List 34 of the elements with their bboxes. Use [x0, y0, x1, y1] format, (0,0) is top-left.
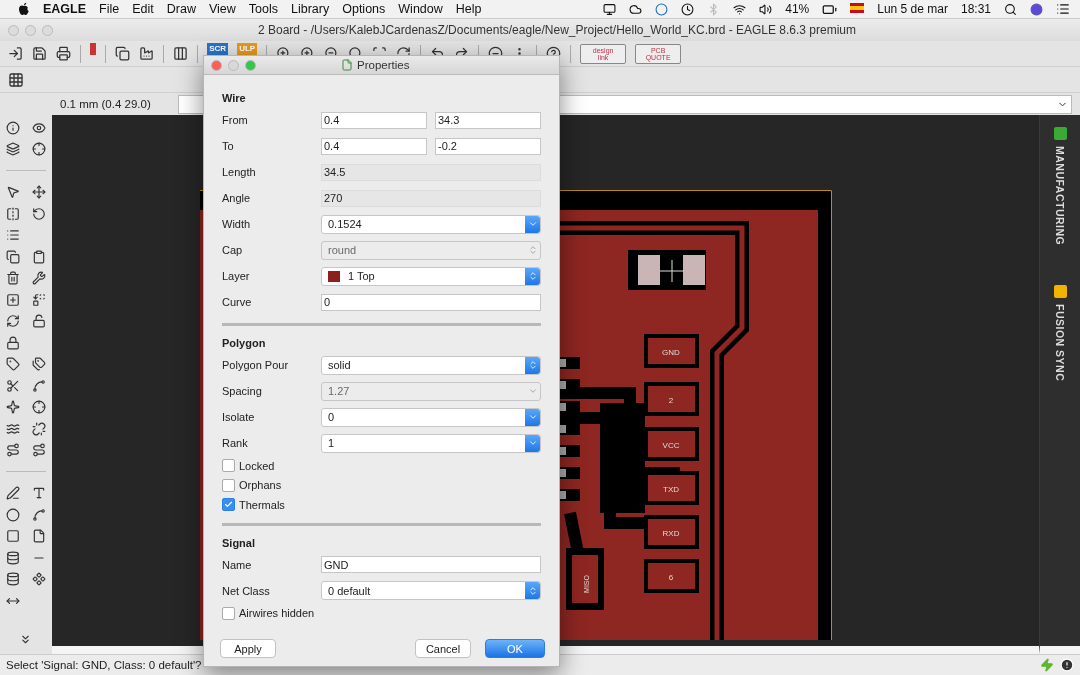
pad-label: VCC [662, 441, 680, 450]
clock-text: 18:31 [960, 2, 991, 16]
pad-label: GND [662, 348, 680, 357]
dialog-title: Properties [357, 59, 410, 71]
pad-label: TXD [663, 485, 679, 494]
pad-label: 6 [668, 573, 674, 582]
field-label: Spacing [222, 385, 263, 397]
section-title: Wire [222, 91, 247, 106]
checkbox-label: Airwires hidden [239, 607, 315, 620]
checkbox-label: Thermals [239, 498, 285, 511]
coordinate-display: 0.1 mm (0.4 29.0) [60, 98, 152, 110]
field-label: Layer [222, 270, 251, 282]
date-text: Lun 5 de mar [877, 2, 948, 16]
field-label: Rank [222, 437, 249, 449]
checkbox-label: Orphans [239, 479, 282, 492]
field-label: Length [222, 166, 257, 178]
field-label: Cap [222, 244, 244, 256]
field-label: Curve [222, 296, 253, 308]
pad-label: 2 [668, 396, 674, 405]
field-label: Width [222, 218, 252, 230]
pad-label: RXD [662, 529, 680, 538]
field-label: From [222, 114, 249, 126]
field-label: Isolate [222, 411, 256, 423]
window-title: 2 Board - /Users/KalebJCardenasZ/Documents/eagle/New_Project/Hello_World_KC.brd - EAGLE 8.6.3 premium [258, 23, 857, 37]
battery-percent: 41% [785, 2, 810, 16]
section-title: Signal [222, 535, 256, 551]
section-title: Polygon [222, 336, 267, 351]
checkbox-label: Locked [239, 459, 275, 472]
status-message: Select 'Signal: GND, Class: 0 default'? [6, 659, 202, 671]
field-label: Net Class [222, 584, 271, 597]
field-label: Polygon Pour [222, 359, 290, 371]
field-label: To [222, 140, 235, 152]
field-label: Name [222, 558, 253, 571]
field-label: Angle [222, 192, 252, 204]
